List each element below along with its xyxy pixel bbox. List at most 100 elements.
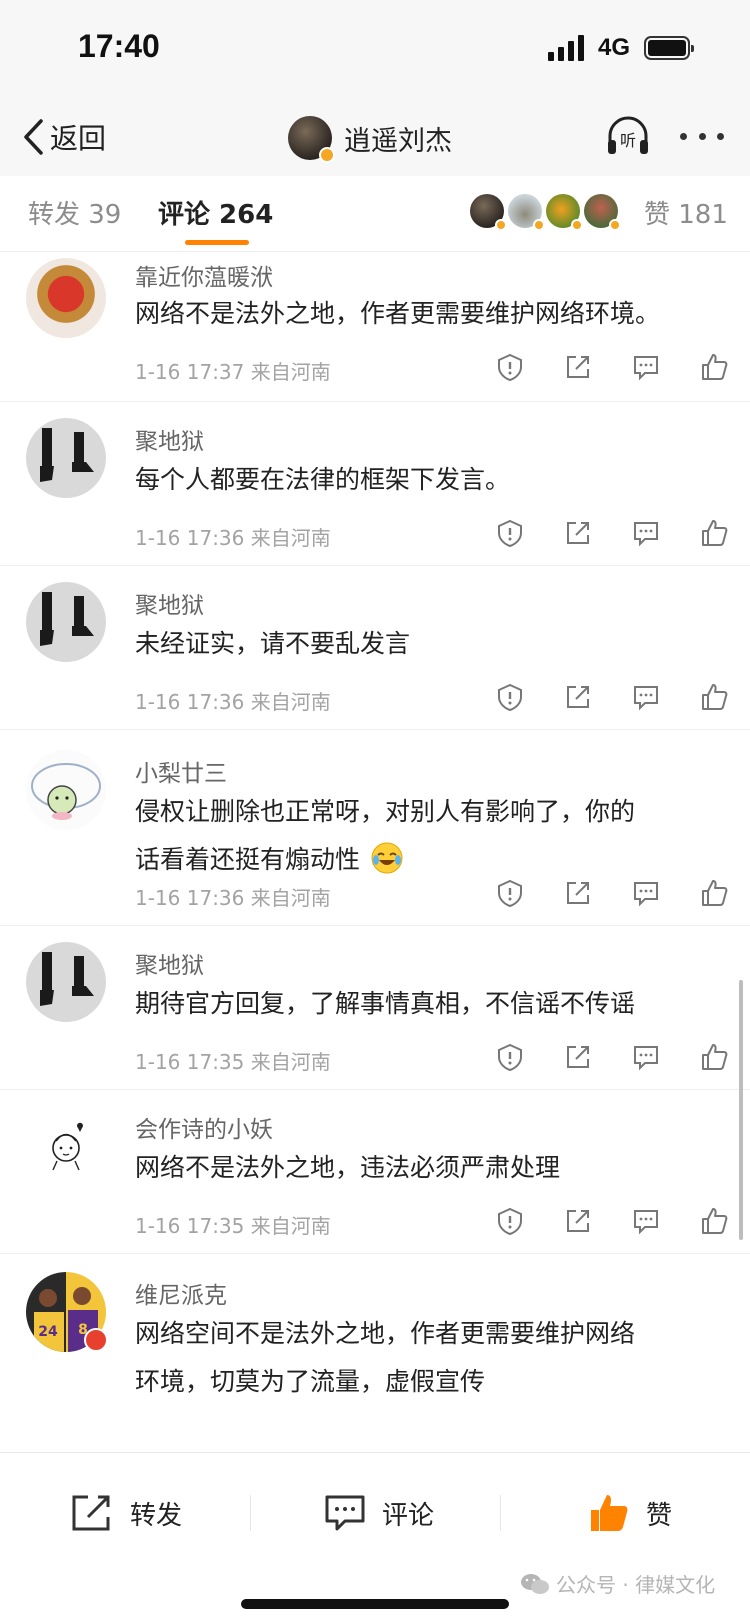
comment-text: 期待官方回复，了解事情真相，不信谣不传谣 [135,989,636,1018]
avatar[interactable] [26,418,106,498]
more-button[interactable] [680,126,724,146]
toolbar-divider [500,1495,501,1531]
comment-text: 网络不是法外之地，违法必须严肃处理 [135,1153,561,1182]
headphones-icon: 听 [608,116,648,154]
like-button[interactable]: 赞 [588,1489,672,1537]
avatar [508,194,545,231]
comment-author[interactable]: 会作诗的小妖 [135,1110,273,1144]
tab-repost[interactable]: 转发 39 [28,194,121,231]
report-icon[interactable] [495,352,525,382]
avatar[interactable] [26,582,106,662]
report-icon[interactable] [495,1042,525,1072]
list-item: 24 8 维尼派克 网络空间不是法外之地，作者更需要维护网络 环境，切莫为了流量，… [0,1254,750,1452]
active-tab-indicator [185,240,249,245]
comment-actions [495,682,729,712]
list-item: 聚地狱 未经证实，请不要乱发言 1-16 17:36 来自河南 [0,566,750,730]
list-item: 聚地狱 期待官方回复，了解事情真相，不信谣不传谣 1-16 17:35 来自河南 [0,926,750,1090]
like-icon[interactable] [699,878,729,908]
like-icon[interactable] [699,352,729,382]
like-icon[interactable] [699,1042,729,1072]
avatar[interactable] [26,750,106,830]
repost-button[interactable]: 转发 [70,1489,182,1537]
verified-badge-icon [319,147,335,163]
tab-likes[interactable]: 赞 181 [644,194,728,231]
share-icon[interactable] [563,518,593,548]
page-title: 逍遥刘杰 [344,125,452,157]
comment-author[interactable]: 小梨廿三 [135,754,227,788]
bottom-toolbar: 转发 评论 赞 公众号 · 律媒文化 [0,1452,750,1623]
comment-text: 网络空间不是法外之地，作者更需要维护网络 环境，切莫为了流量，虚假宣传 [135,1310,725,1406]
comment-meta: 1-16 17:35 来自河南 [135,1214,331,1238]
comment-actions [495,1042,729,1072]
listen-button[interactable]: 听 [604,112,652,160]
avatar[interactable] [26,1106,106,1186]
avatar[interactable] [26,942,106,1022]
nav-bar: 返回 逍遥刘杰 听 [0,100,750,176]
reply-icon[interactable] [631,682,661,712]
comment-text-line: 话看着还挺有煽动性 [135,845,361,874]
comment-author[interactable]: 聚地狱 [135,946,204,980]
like-icon[interactable] [699,1206,729,1236]
comment-author[interactable]: 维尼派克 [135,1276,227,1310]
tab-bar: 转发 39 评论 264 赞 181 [0,176,750,252]
repost-label: 转发 [130,1500,183,1531]
listen-label: 听 [620,131,636,150]
share-icon[interactable] [563,878,593,908]
list-item: 会作诗的小妖 网络不是法外之地，违法必须严肃处理 1-16 17:35 来自河南 [0,1090,750,1254]
share-icon[interactable] [563,1042,593,1072]
report-icon[interactable] [495,1206,525,1236]
status-bar: 17:40 4G [0,0,750,100]
network-type: 4G [597,34,630,61]
comment-meta: 1-16 17:36 来自河南 [135,886,331,910]
avatar [584,194,621,231]
status-indicators: 4G [547,34,694,62]
back-label: 返回 [50,122,107,155]
comment-text-line: 环境，切莫为了流量，虚假宣传 [135,1367,486,1396]
reply-icon[interactable] [631,1206,661,1236]
comment-author[interactable]: 聚地狱 [135,586,204,620]
wechat-icon [521,1573,549,1594]
status-time: 17:40 [78,28,160,64]
member-badge-icon [84,1328,108,1352]
share-icon[interactable] [563,352,593,382]
reply-icon[interactable] [631,352,661,382]
like-icon[interactable] [699,518,729,548]
repost-icon [72,1495,110,1531]
reply-icon[interactable] [631,878,661,908]
liker-avatars[interactable] [470,194,621,231]
avatar[interactable] [26,258,106,338]
watermark: 公众号 · 律媒文化 [520,1569,715,1598]
reply-icon[interactable] [631,1042,661,1072]
like-icon[interactable] [699,682,729,712]
report-icon[interactable] [495,682,525,712]
comment-actions [495,518,729,548]
comment-author[interactable]: 靠近你蕰暖洑 [135,258,273,292]
share-icon[interactable] [563,682,593,712]
comment-author[interactable]: 聚地狱 [135,422,204,456]
comment-actions [495,1206,729,1236]
scrollbar[interactable] [739,980,743,1240]
toolbar-divider [250,1495,251,1531]
share-icon[interactable] [563,1206,593,1236]
comment-text: 每个人都要在法律的框架下发言。 [135,465,511,494]
laugh-cry-emoji-icon [371,842,403,874]
comment-meta: 1-16 17:36 来自河南 [135,690,331,714]
reply-icon[interactable] [631,518,661,548]
comment-text-line: 侵权让删除也正常呀，对别人有影响了，你的 [135,797,636,826]
chevron-left-icon [24,119,43,155]
report-icon[interactable] [495,518,525,548]
comment-button[interactable]: 评论 [324,1489,434,1537]
back-button[interactable]: 返回 [22,112,106,162]
nav-user[interactable]: 逍遥刘杰 [288,110,452,166]
report-icon[interactable] [495,878,525,908]
tab-comment[interactable]: 评论 264 [158,194,273,231]
avatar [546,194,583,231]
comment-text: 网络不是法外之地，作者更需要维护网络环境。 [135,299,661,328]
battery-icon [644,36,694,60]
comment-actions [495,352,729,382]
home-indicator[interactable] [241,1599,509,1609]
comment-text: 侵权让删除也正常呀，对别人有影响了，你的 话看着还挺有煽动性 [135,788,725,884]
comment-text: 未经证实，请不要乱发言 [135,629,411,658]
watermark-text: 公众号 · 律媒文化 [556,1573,716,1597]
list-item: 小梨廿三 侵权让删除也正常呀，对别人有影响了，你的 话看着还挺有煽动性 1-16… [0,730,750,926]
